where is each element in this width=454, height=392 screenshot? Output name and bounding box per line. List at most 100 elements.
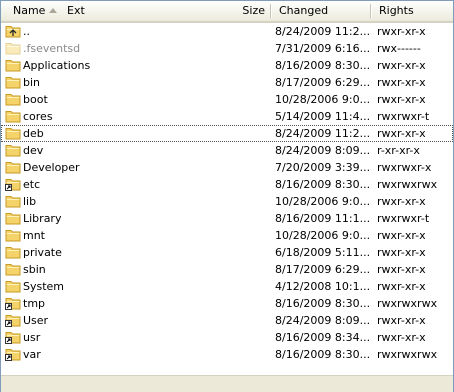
file-changed-date: 8/17/2009 6:29... bbox=[275, 76, 369, 89]
file-changed-date: 6/18/2009 5:11... bbox=[275, 246, 369, 259]
column-header-ext[interactable]: Ext bbox=[67, 1, 85, 21]
folder-link-icon bbox=[5, 347, 21, 361]
file-name: Developer bbox=[23, 161, 80, 174]
column-header-rights[interactable]: Rights bbox=[371, 1, 453, 21]
file-rights: rwxrwxr-x bbox=[377, 161, 432, 174]
file-changed-date: 8/16/2009 8:34... bbox=[275, 331, 369, 344]
file-row[interactable]: .fseventsd 7/31/2009 6:16... rwx------ bbox=[1, 40, 453, 57]
folder-icon bbox=[5, 126, 21, 140]
file-row[interactable]: boot 10/28/2006 9:0... rwxr-xr-x bbox=[1, 91, 453, 108]
file-row[interactable]: tmp 8/16/2009 8:30... rwxrwxrwx bbox=[1, 295, 453, 312]
folder-link-icon bbox=[5, 313, 21, 327]
folder-link-icon-graphic bbox=[5, 315, 21, 327]
folder-icon bbox=[5, 211, 21, 225]
file-row[interactable]: Library 8/16/2009 11:1... rwxrwxr-t bbox=[1, 210, 453, 227]
file-name: private bbox=[23, 246, 62, 259]
folder-icon-graphic bbox=[5, 196, 21, 208]
file-row[interactable]: var 8/16/2009 8:30... rwxrwxrwx bbox=[1, 346, 453, 363]
file-changed-date: 8/16/2009 8:30... bbox=[275, 59, 369, 72]
folder-icon bbox=[5, 143, 21, 157]
file-name: System bbox=[23, 280, 65, 293]
folder-icon-graphic bbox=[5, 247, 21, 259]
column-header-rights-label: Rights bbox=[379, 4, 414, 17]
file-rights: rwxr-xr-x bbox=[377, 195, 426, 208]
folder-icon bbox=[5, 194, 21, 208]
folder-icon bbox=[5, 92, 21, 106]
file-name: usr bbox=[23, 331, 41, 344]
horizontal-scrollbar-area[interactable] bbox=[1, 375, 453, 392]
folder-icon bbox=[5, 262, 21, 276]
file-changed-date: 4/12/2008 10:1... bbox=[275, 280, 369, 293]
file-rights: rwxr-xr-x bbox=[377, 229, 426, 242]
file-rights: rwxr-xr-x bbox=[377, 246, 426, 259]
file-changed-date: 8/24/2009 11:2... bbox=[275, 127, 369, 140]
file-changed-date: 7/20/2009 3:39... bbox=[275, 161, 369, 174]
file-rights: rwx------ bbox=[377, 42, 421, 55]
column-header-changed[interactable]: Changed bbox=[271, 1, 371, 21]
file-row[interactable]: dev 8/24/2009 8:09... r-xr-xr-x bbox=[1, 142, 453, 159]
file-name: tmp bbox=[23, 297, 46, 310]
file-rights: rwxrwxrwx bbox=[377, 297, 438, 310]
file-rights: rwxr-xr-x bbox=[377, 127, 426, 140]
file-rights: rwxrwxrwx bbox=[377, 178, 438, 191]
file-name: deb bbox=[23, 127, 44, 140]
folder-icon bbox=[5, 75, 21, 89]
file-rows: .. 8/24/2009 11:2... rwxr-xr-x .fseventsd 7/… bbox=[1, 23, 453, 363]
folder-icon bbox=[5, 228, 21, 242]
hidden-folder-icon bbox=[5, 41, 21, 55]
file-row[interactable]: bin 8/17/2009 6:29... rwxr-xr-x bbox=[1, 74, 453, 91]
file-row[interactable]: System 4/12/2008 10:1... rwxr-xr-x bbox=[1, 278, 453, 295]
folder-link-icon bbox=[5, 296, 21, 310]
folder-link-icon-graphic bbox=[5, 179, 21, 191]
folder-icon-graphic bbox=[5, 230, 21, 242]
file-row[interactable]: User 8/24/2009 8:09... rwxr-xr-x bbox=[1, 312, 453, 329]
file-row[interactable]: private 6/18/2009 5:11... rwxr-xr-x bbox=[1, 244, 453, 261]
column-header-size[interactable]: Size bbox=[201, 1, 271, 21]
folder-icon bbox=[5, 160, 21, 174]
file-rights: rwxr-xr-x bbox=[377, 263, 426, 276]
column-header-size-label: Size bbox=[242, 4, 265, 17]
file-changed-date: 10/28/2006 9:0... bbox=[275, 93, 369, 106]
file-rights: rwxr-xr-x bbox=[377, 331, 426, 344]
file-row[interactable]: etc 8/16/2009 8:30... rwxrwxrwx bbox=[1, 176, 453, 193]
folder-link-icon bbox=[5, 177, 21, 191]
file-changed-date: 5/14/2009 11:4... bbox=[275, 110, 369, 123]
folder-icon bbox=[5, 279, 21, 293]
file-row[interactable]: mnt 10/28/2006 9:0... rwxr-xr-x bbox=[1, 227, 453, 244]
file-row[interactable]: Developer 7/20/2009 3:39... rwxrwxr-x bbox=[1, 159, 453, 176]
file-name: dev bbox=[23, 144, 44, 157]
parent-folder-icon-graphic bbox=[5, 26, 21, 38]
folder-icon-graphic bbox=[5, 281, 21, 293]
file-row[interactable]: sbin 8/17/2009 6:29... rwxr-xr-x bbox=[1, 261, 453, 278]
folder-link-icon-graphic bbox=[5, 298, 21, 310]
file-list-panel[interactable]: Name Ext Size Changed Rights .. 8/24/2009… bbox=[0, 0, 454, 392]
file-name: Applications bbox=[23, 59, 91, 72]
file-rights: rwxr-xr-x bbox=[377, 93, 426, 106]
column-header-bar: Name Ext Size Changed Rights bbox=[1, 1, 453, 23]
folder-icon-graphic bbox=[5, 77, 21, 89]
file-name: etc bbox=[23, 178, 41, 191]
file-name: var bbox=[23, 348, 41, 361]
folder-link-icon-graphic bbox=[5, 349, 21, 361]
folder-icon-graphic bbox=[5, 213, 21, 225]
file-name: bin bbox=[23, 76, 41, 89]
file-changed-date: 10/28/2006 9:0... bbox=[275, 229, 369, 242]
file-changed-date: 8/16/2009 8:30... bbox=[275, 348, 369, 361]
file-row[interactable]: deb 8/24/2009 11:2... rwxr-xr-x bbox=[1, 125, 453, 142]
file-rights: rwxr-xr-x bbox=[377, 25, 426, 38]
folder-icon-graphic bbox=[5, 145, 21, 157]
folder-icon bbox=[5, 245, 21, 259]
file-row[interactable]: lib 10/28/2006 9:0... rwxr-xr-x bbox=[1, 193, 453, 210]
file-row[interactable]: usr 8/16/2009 8:34... rwxr-xr-x bbox=[1, 329, 453, 346]
file-changed-date: 8/24/2009 8:09... bbox=[275, 314, 369, 327]
folder-icon-graphic bbox=[5, 128, 21, 140]
file-row[interactable]: Applications 8/16/2009 8:30... rwxr-xr-x bbox=[1, 57, 453, 74]
folder-icon-graphic bbox=[5, 94, 21, 106]
file-changed-date: 8/16/2009 8:30... bbox=[275, 297, 369, 310]
file-row[interactable]: cores 5/14/2009 11:4... rwxrwxr-t bbox=[1, 108, 453, 125]
folder-link-icon bbox=[5, 330, 21, 344]
folder-link-icon-graphic bbox=[5, 332, 21, 344]
file-changed-date: 8/16/2009 8:30... bbox=[275, 178, 369, 191]
column-header-name-label: Name bbox=[13, 4, 46, 17]
file-row[interactable]: .. 8/24/2009 11:2... rwxr-xr-x bbox=[1, 23, 453, 40]
